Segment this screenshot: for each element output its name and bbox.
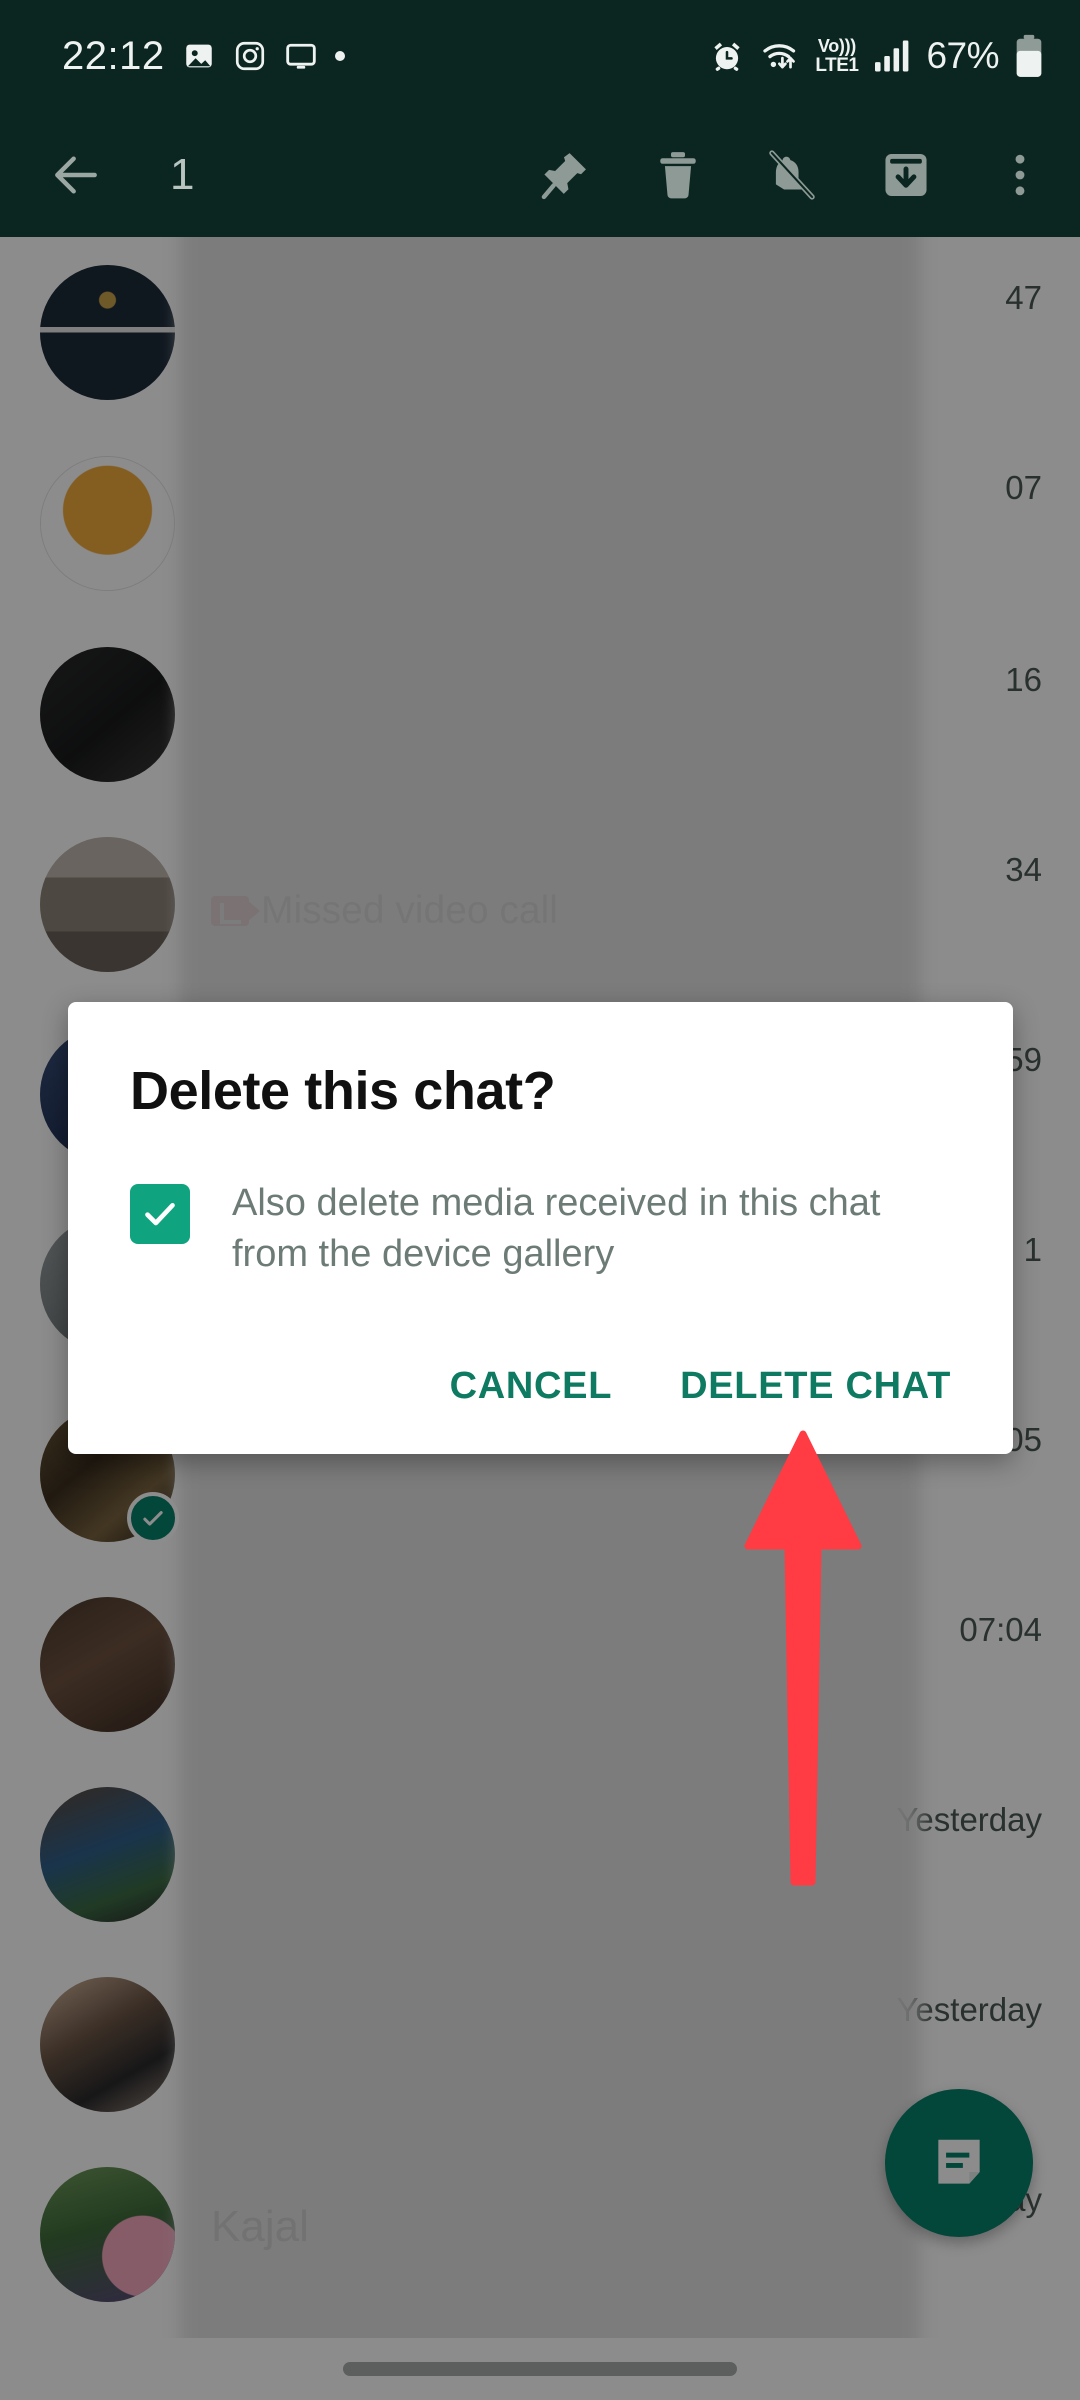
wifi-icon (763, 44, 796, 69)
delete-icon (660, 151, 696, 198)
mute-icon (769, 149, 815, 200)
delete-media-checkbox[interactable] (130, 1184, 190, 1244)
back-arrow-icon (55, 155, 97, 194)
phone-screen: 47 07 16 Missed video call 34 59 1 07:04… (0, 0, 1080, 2400)
status-bar-left: 22:12 (62, 34, 345, 79)
volte-top-label: Vo))) (817, 36, 856, 56)
signal-bars-icon (875, 40, 909, 72)
status-bar: 22:12 Vo))) LTE1 67% (0, 0, 1080, 112)
overflow-menu-button[interactable] (988, 143, 1052, 207)
dialog-actions: CANCEL DELETE CHAT (114, 1351, 967, 1432)
volte-bottom-label: LTE1 (815, 55, 859, 76)
volte-icon: Vo))) LTE1 (815, 36, 859, 76)
pin-button[interactable] (532, 143, 596, 207)
instagram-icon (235, 41, 264, 71)
overflow-menu-icon (1015, 154, 1025, 195)
mute-button[interactable] (760, 143, 824, 207)
cancel-button[interactable]: CANCEL (440, 1351, 623, 1422)
delete-button[interactable] (646, 143, 710, 207)
archive-button[interactable] (874, 143, 938, 207)
toolbar-actions (532, 143, 1052, 207)
dialog-title: Delete this chat? (130, 1061, 556, 1121)
status-bar-right: Vo))) LTE1 67% (709, 34, 1044, 78)
selection-toolbar: 1 (0, 112, 1080, 237)
selection-count: 1 (170, 149, 195, 199)
alarm-icon (714, 42, 740, 71)
battery-icon (1016, 34, 1042, 77)
delete-chat-dialog: Delete this chat? Also delete media rece… (68, 1002, 1013, 1455)
delete-chat-button[interactable]: DELETE CHAT (670, 1351, 961, 1422)
status-bar-clock: 22:12 (62, 33, 165, 78)
check-icon (145, 1203, 175, 1226)
navigation-bar-scrim (0, 2338, 1080, 2400)
archive-icon (885, 153, 927, 196)
delete-media-checkbox-label: Also delete media received in this chat … (232, 1182, 881, 1275)
dot-icon (334, 51, 345, 61)
battery-percent-label: 67% (926, 35, 999, 76)
delete-media-checkbox-row[interactable]: Also delete media received in this chat … (130, 1178, 967, 1279)
back-button[interactable] (44, 143, 108, 207)
cast-screen-icon (285, 43, 316, 69)
image-icon (185, 44, 212, 68)
pin-icon (541, 152, 586, 199)
